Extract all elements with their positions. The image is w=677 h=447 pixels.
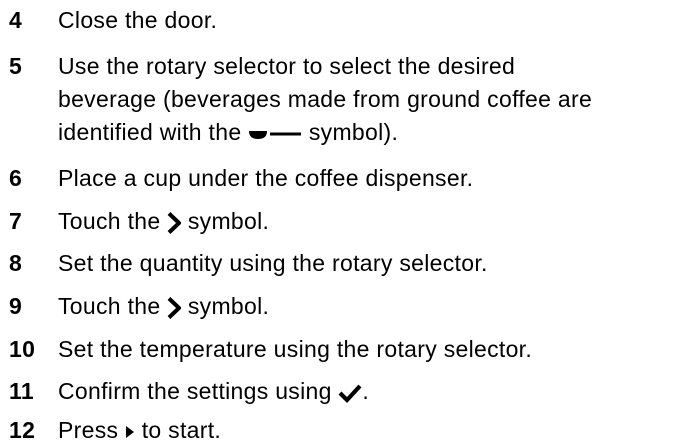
step-text-after-icon: symbol).	[308, 119, 399, 145]
step-number: 12	[9, 417, 36, 443]
step-text-after-icon: symbol.	[187, 208, 270, 234]
step-text: Place a cup under the coffee dispenser.	[58, 165, 474, 191]
step-number: 7	[9, 208, 23, 234]
step-number: 5	[9, 53, 23, 79]
step-text: Confirm the settings using .	[58, 375, 673, 408]
step-text-before-icon: Touch the	[58, 208, 161, 234]
step-text-line-3: identified with the symbol).	[58, 116, 673, 149]
step-text-after-icon: to start.	[141, 417, 222, 443]
checkmark-icon	[338, 383, 362, 403]
step-number: 6	[9, 165, 23, 191]
step-text: Touch the symbol.	[58, 290, 673, 323]
step-text-before-icon: identified with the	[58, 119, 242, 145]
chevron-right-icon	[167, 211, 182, 234]
step-number: 8	[9, 250, 23, 276]
step-text-line-2: beverage (beverages made from ground cof…	[58, 86, 593, 112]
step-text-line-1: Use the rotary selector to select the de…	[58, 53, 516, 79]
step-number: 4	[9, 7, 23, 33]
step-text: Press to start.	[58, 414, 673, 447]
step-number: 9	[9, 293, 23, 319]
step-text-before-icon: Confirm the settings using	[58, 378, 332, 404]
ground-coffee-icon	[248, 125, 302, 143]
step-text: Set the quantity using the rotary select…	[58, 250, 488, 276]
step-text-after-icon: symbol.	[187, 293, 270, 319]
chevron-right-icon	[167, 296, 182, 319]
step-text: Close the door.	[58, 7, 218, 33]
step-number: 10	[9, 336, 36, 362]
step-text-before-icon: Press	[58, 417, 119, 443]
play-triangle-icon	[125, 425, 135, 439]
step-text: Touch the symbol.	[58, 205, 673, 238]
step-text-after-icon: .	[362, 378, 370, 404]
step-text-before-icon: Touch the	[58, 293, 161, 319]
step-text: Use the rotary selector to select the de…	[58, 50, 673, 149]
instruction-steps: 4 Close the door. 5 Use the rotary selec…	[0, 0, 677, 443]
step-text: Set the temperature using the rotary sel…	[58, 336, 533, 362]
step-number: 11	[9, 378, 34, 404]
